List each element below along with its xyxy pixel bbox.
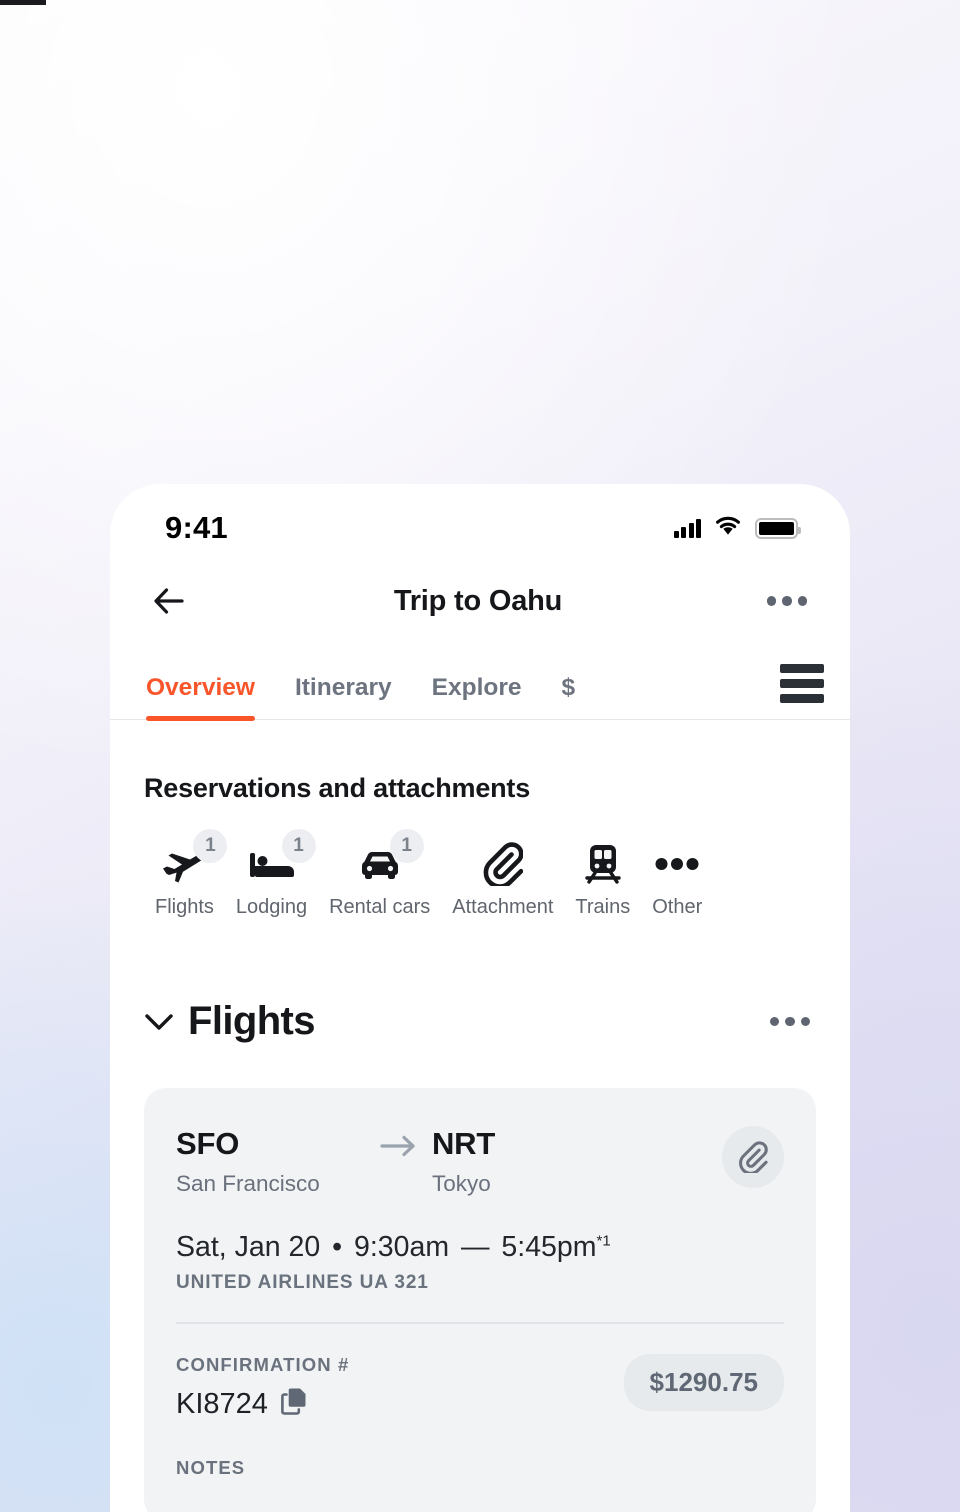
airplane-icon: 1 xyxy=(161,829,228,887)
origin-block: SFO San Francisco xyxy=(176,1126,366,1197)
car-icon: 1 xyxy=(356,829,424,887)
reservation-chip-rental-cars[interactable]: 1 Rental cars xyxy=(318,829,441,919)
destination-city: Tokyo xyxy=(432,1171,491,1196)
confirmation-value-row: KI8724 xyxy=(176,1387,349,1423)
bullet-separator: • xyxy=(332,1231,343,1263)
depart-time: 9:30am xyxy=(354,1231,450,1263)
origin-airport-code: SFO xyxy=(176,1126,240,1161)
price-badge: $1290.75 xyxy=(623,1353,784,1411)
phone-screen: 9:41 Trip to Oahu Overview Itinerary Exp… xyxy=(110,484,850,1512)
tab-itinerary[interactable]: Itinerary xyxy=(295,674,392,719)
tab-bar: Overview Itinerary Explore $ xyxy=(110,644,850,721)
hamburger-menu-icon[interactable] xyxy=(780,664,824,719)
copy-icon[interactable] xyxy=(281,1387,307,1423)
paperclip-icon xyxy=(483,841,523,887)
content-area: Reservations and attachments 1 Flights 1… xyxy=(110,773,850,1512)
tab-budget[interactable]: $ xyxy=(562,674,576,719)
paperclip-icon xyxy=(739,1141,768,1173)
attachment-button[interactable] xyxy=(722,1126,784,1188)
reservation-chip-other[interactable]: Other xyxy=(641,841,713,919)
destination-block: NRT Tokyo xyxy=(432,1126,622,1197)
page-title: Trip to Oahu xyxy=(393,584,563,617)
bed-icon: 1 xyxy=(248,829,316,887)
notes-label: NOTES xyxy=(176,1456,246,1478)
arrival-day-offset: *1 xyxy=(596,1232,611,1250)
badge-count: 1 xyxy=(389,829,424,863)
confirmation-number: KI8724 xyxy=(176,1388,268,1420)
dash-separator: — xyxy=(461,1231,490,1263)
badge-count: 1 xyxy=(193,829,228,863)
confirmation-label: CONFIRMATION # xyxy=(176,1353,350,1375)
flights-group-header: Flights xyxy=(144,999,816,1044)
reservation-chip-attachment[interactable]: Attachment xyxy=(441,841,564,919)
reservation-chip-lodging[interactable]: 1 Lodging xyxy=(225,829,318,919)
chevron-down-icon[interactable] xyxy=(144,1012,182,1032)
confirmation-block: CONFIRMATION # KI8724 xyxy=(176,1354,349,1423)
status-bar-clock: 9:41 xyxy=(165,510,228,545)
chip-label: Rental cars xyxy=(329,896,431,918)
flight-datetime: Sat, Jan 20 • 9:30am — 5:45pm*1 xyxy=(176,1231,784,1264)
status-bar-icons xyxy=(673,515,801,541)
flights-group-title: Flights xyxy=(188,999,316,1043)
chip-label: Other xyxy=(652,896,703,918)
destination-airport-code: NRT xyxy=(432,1126,496,1161)
train-icon xyxy=(583,841,623,887)
confirmation-row: CONFIRMATION # KI8724 $1290.75 xyxy=(176,1353,784,1423)
ellipsis-icon xyxy=(655,841,699,887)
reservations-heading: Reservations and attachments xyxy=(144,773,531,803)
flight-date: Sat, Jan 20 xyxy=(176,1231,321,1263)
cellular-signal-icon xyxy=(673,518,701,538)
battery-icon xyxy=(755,517,801,539)
card-divider xyxy=(176,1322,784,1324)
chip-label: Attachment xyxy=(452,896,554,918)
arrow-right-icon xyxy=(366,1126,432,1158)
more-options-icon[interactable] xyxy=(758,572,816,630)
origin-city: San Francisco xyxy=(176,1171,320,1196)
reservation-chip-flights[interactable]: 1 Flights xyxy=(144,829,228,919)
flight-card[interactable]: SFO San Francisco NRT Tokyo Sat, Jan 20 … xyxy=(144,1088,816,1512)
chip-label: Flights xyxy=(155,896,214,918)
badge-count: 1 xyxy=(281,829,316,863)
corner-marker xyxy=(0,0,46,5)
screenshot-stage: 9:41 Trip to Oahu Overview Itinerary Exp… xyxy=(0,0,960,1512)
status-bar: 9:41 xyxy=(110,484,850,558)
reservation-chip-trains[interactable]: Trains xyxy=(564,841,641,919)
flight-carrier: UNITED AIRLINES UA 321 xyxy=(176,1272,429,1293)
wifi-icon xyxy=(714,515,742,541)
back-arrow-icon[interactable] xyxy=(140,572,198,630)
flight-route: SFO San Francisco NRT Tokyo xyxy=(176,1126,784,1197)
more-options-icon[interactable] xyxy=(769,1016,810,1027)
tab-explore[interactable]: Explore xyxy=(432,674,522,719)
chip-label: Trains xyxy=(575,896,631,918)
arrive-time: 5:45pm xyxy=(501,1231,597,1263)
reservation-type-row: 1 Flights 1 Lodging 1 Rental cars Attach… xyxy=(144,829,816,919)
nav-bar: Trip to Oahu xyxy=(110,558,850,644)
chip-label: Lodging xyxy=(235,896,308,918)
tab-overview[interactable]: Overview xyxy=(146,674,255,721)
